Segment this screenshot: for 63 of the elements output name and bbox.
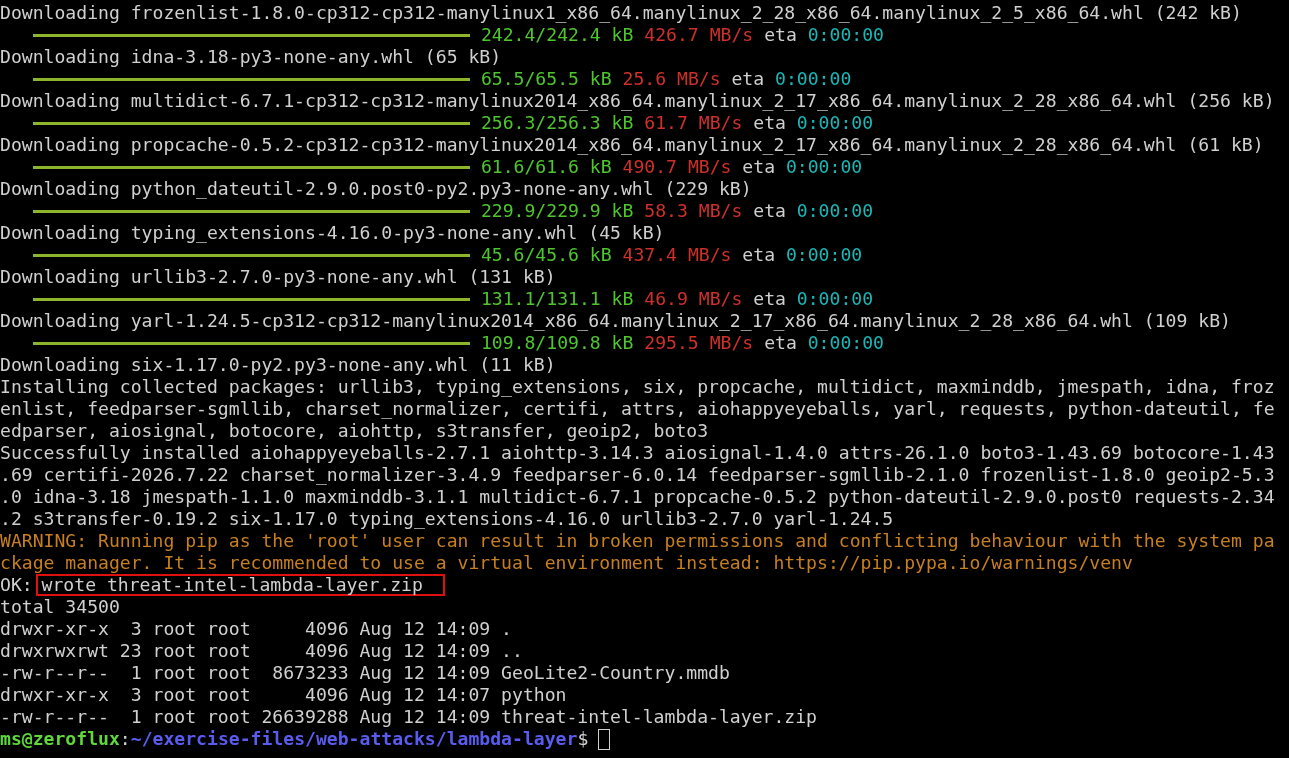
output-line: -rw-r--r-- 1 root root 26639288 Aug 12 14:09 threat-intel-lambda-layer.zip xyxy=(0,706,818,728)
output-line: edparser, aiosignal, botocore, aiohttp, s3transfer, geoip2, boto3 xyxy=(0,420,710,442)
highlighted-message: wrote threat-intel-lambda-layer.zip xyxy=(35,574,445,596)
warning-line: ckage manager. It is recommended to use a virtual environment instead: https://pip.pypa.io/warnings/venv xyxy=(0,552,1134,574)
output-line: Downloading urllib3-2.7.0-py3-none-any.whl (131 kB) xyxy=(0,266,557,288)
output-line: Downloading python_dateutil-2.9.0.post0-py2.py3-none-any.whl (229 kB) xyxy=(0,178,753,200)
text-cursor xyxy=(598,728,611,750)
eta-time: 0:00:00 xyxy=(796,200,874,222)
download-rate: 61.7 MB/s xyxy=(644,112,743,134)
output-line: Downloading propcache-0.5.2-cp312-cp312-manylinux2014_x86_64.manylinux_2_17_x86_64.manylinux_2_28_x86_64.whl (61 kB) xyxy=(0,134,1265,156)
eta-label: eta xyxy=(753,112,786,134)
progress-amount: 65.5/65.5 kB xyxy=(480,68,612,90)
output-line: Downloading six-1.17.0-py2.py3-none-any.whl (11 kB) xyxy=(0,354,557,376)
output-line: Successfully installed aiohappyeyeballs-2.7.1 aiohttp-3.14.3 aiosignal-1.4.0 attrs-26.1.0 boto3-1.43.69 botocore-1.43 xyxy=(0,442,1276,464)
prompt-user: ms@zeroflux xyxy=(0,728,120,750)
download-rate: 437.4 MB/s xyxy=(622,244,732,266)
warning-line: WARNING: Running pip as the 'root' user can result in broken permissions and conflicting behaviour with the system pa xyxy=(0,530,1276,552)
eta-label: eta xyxy=(742,244,776,266)
eta-time: 0:00:00 xyxy=(807,332,884,354)
output-line: drwxrwxrwt 23 root root 4096 Aug 12 14:09 .. xyxy=(0,640,524,662)
eta-time: 0:00:00 xyxy=(785,156,863,178)
download-rate: 46.9 MB/s xyxy=(644,288,743,310)
eta-label: eta xyxy=(764,24,797,46)
progress-amount: 45.6/45.6 kB xyxy=(480,244,612,266)
output-line: Downloading multidict-6.7.1-cp312-cp312-manylinux2014_x86_64.manylinux_2_17_x86_64.manylinux_2_28_x86_64.whl (256 kB) xyxy=(0,90,1276,112)
output-line: enlist, feedparser-sgmllib, charset_normalizer, certifi, attrs, aiohappyeyeballs, yarl, requests, python-dateutil, fe xyxy=(0,398,1276,420)
eta-label: eta xyxy=(764,332,797,354)
progress-amount: 109.8/109.8 kB xyxy=(480,332,634,354)
eta-time: 0:00:00 xyxy=(785,244,863,266)
output-line: -rw-r--r-- 1 root root 8673233 Aug 12 14:09 GeoLite2-Country.mmdb xyxy=(0,662,731,684)
output-line: Downloading frozenlist-1.8.0-cp312-cp312-manylinux1_x86_64.manylinux_2_28_x86_64.manylinux_2_5_x86_64.whl (242 kB) xyxy=(0,2,1243,24)
progress-amount: 131.1/131.1 kB xyxy=(480,288,634,310)
output-line: drwxr-xr-x 3 root root 4096 Aug 12 14:09 . xyxy=(0,618,513,640)
prompt-path: ~/exercise-files/web-attacks/lambda-layer xyxy=(130,728,578,750)
progress-amount: 61.6/61.6 kB xyxy=(480,156,612,178)
download-rate: 490.7 MB/s xyxy=(622,156,732,178)
eta-time: 0:00:00 xyxy=(807,24,884,46)
prompt-separator: : xyxy=(119,728,131,750)
output-line: Installing collected packages: urllib3, typing_extensions, six, propcache, multidict, maxminddb, jmespath, idna, froz xyxy=(0,376,1276,398)
status-label: OK: xyxy=(0,574,33,596)
progress-amount: 256.3/256.3 kB xyxy=(480,112,634,134)
eta-label: eta xyxy=(753,200,786,222)
output-line: total 34500 xyxy=(0,596,121,618)
output-line: Downloading typing_extensions-4.16.0-py3-none-any.whl (45 kB) xyxy=(0,222,666,244)
eta-time: 0:00:00 xyxy=(796,112,874,134)
output-line: .0 idna-3.18 jmespath-1.1.0 maxminddb-3.1.1 multidict-6.7.1 propcache-0.5.2 python-dateutil-2.9.0.post0 requests-2.34 xyxy=(0,486,1276,508)
eta-label: eta xyxy=(753,288,786,310)
output-line: .2 s3transfer-0.19.2 six-1.17.0 typing_extensions-4.16.0 urllib3-2.7.0 yarl-1.24.5 xyxy=(0,508,895,530)
prompt-symbol: $ xyxy=(577,728,589,750)
eta-time: 0:00:00 xyxy=(796,288,874,310)
output-line: .69 certifi-2026.7.22 charset_normalizer-3.4.9 feedparser-6.0.14 feedparser-sgmllib-2.1.0 frozenlist-1.8.0 geoip2-5.3 xyxy=(0,464,1276,486)
progress-amount: 229.9/229.9 kB xyxy=(480,200,634,222)
output-line: Downloading yarl-1.24.5-cp312-cp312-manylinux2014_x86_64.manylinux_2_17_x86_64.manylinux_2_28_x86_64.whl (109 kB) xyxy=(0,310,1232,332)
progress-amount: 242.4/242.4 kB xyxy=(480,24,634,46)
download-rate: 25.6 MB/s xyxy=(622,68,721,90)
download-rate: 426.7 MB/s xyxy=(644,24,754,46)
download-rate: 58.3 MB/s xyxy=(644,200,743,222)
output-line: Downloading idna-3.18-py3-none-any.whl (65 kB) xyxy=(0,46,503,68)
eta-label: eta xyxy=(731,68,765,90)
eta-label: eta xyxy=(742,156,776,178)
output-line: drwxr-xr-x 3 root root 4096 Aug 12 14:07 python xyxy=(0,684,568,706)
eta-time: 0:00:00 xyxy=(775,68,852,90)
download-rate: 295.5 MB/s xyxy=(644,332,754,354)
